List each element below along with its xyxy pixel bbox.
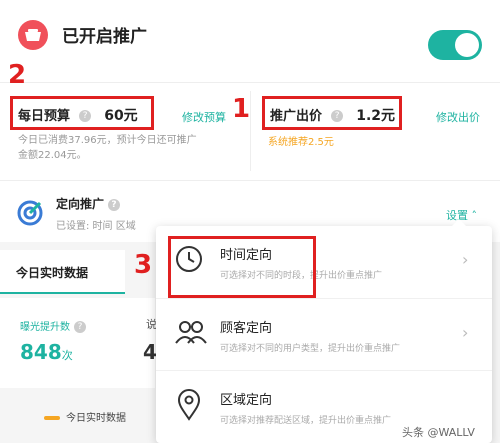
promo-logo-icon	[18, 20, 48, 50]
legend-swatch	[44, 416, 60, 420]
divider	[250, 91, 251, 171]
stats-value: 848次	[20, 340, 73, 364]
chevron-right-icon: ›	[462, 250, 469, 269]
stats-label: 曝光提升数?	[20, 318, 90, 333]
tab-realtime-data[interactable]: 今日实时数据	[0, 250, 125, 294]
promotion-toggle[interactable]	[428, 30, 482, 60]
header: 已开启推广	[0, 0, 500, 82]
popup-arrow	[452, 219, 466, 226]
help-icon[interactable]: ?	[108, 198, 121, 211]
stats-card: 曝光提升数? 848次	[0, 298, 155, 388]
targeting-subtitle: 已设置: 时间 区域	[56, 221, 136, 232]
chevron-up-icon: ˄	[468, 209, 477, 222]
watermark: 头条 @WALLV	[402, 426, 475, 439]
annotation-number-1: 1	[232, 94, 251, 124]
page-title: 已开启推广	[62, 27, 147, 47]
annotation-box-bid	[262, 96, 402, 130]
popup-item-title: 顾客定向	[220, 321, 273, 336]
budget-note-line1: 今日已消费37.96元，预计今日还可推广	[18, 135, 197, 146]
stats-partial-value: 4	[143, 340, 157, 364]
targeting-title: 定向推广?	[56, 195, 124, 212]
popup-item-desc: 可选择对不同的用户类型，提升出价重点推广	[220, 344, 401, 354]
location-pin-icon	[177, 389, 201, 421]
popup-item-customer-targeting[interactable]: 顾客定向 可选择对不同的用户类型，提升出价重点推广 ›	[156, 298, 492, 370]
people-icon	[175, 321, 207, 344]
annotation-number-2: 2	[8, 60, 27, 90]
edit-budget-link[interactable]: 修改预算	[182, 109, 226, 125]
annotation-box-budget	[10, 96, 154, 130]
chevron-right-icon: ›	[462, 323, 469, 342]
bid-recommendation: 系统推荐2.5元	[268, 137, 334, 148]
popup-item-title: 区域定向	[220, 393, 273, 408]
budget-note-line2: 金额22.04元。	[18, 150, 87, 161]
toggle-knob	[455, 33, 479, 57]
annotation-box-time	[168, 236, 316, 298]
popup-item-desc: 可选择对推荐配送区域，提升出价重点推广	[220, 416, 392, 426]
annotation-number-3: 3	[134, 250, 153, 280]
help-icon[interactable]: ?	[74, 321, 86, 333]
edit-bid-link[interactable]: 修改出价	[436, 109, 480, 125]
legend-label: 今日实时数据	[66, 413, 126, 424]
target-icon	[17, 200, 43, 226]
